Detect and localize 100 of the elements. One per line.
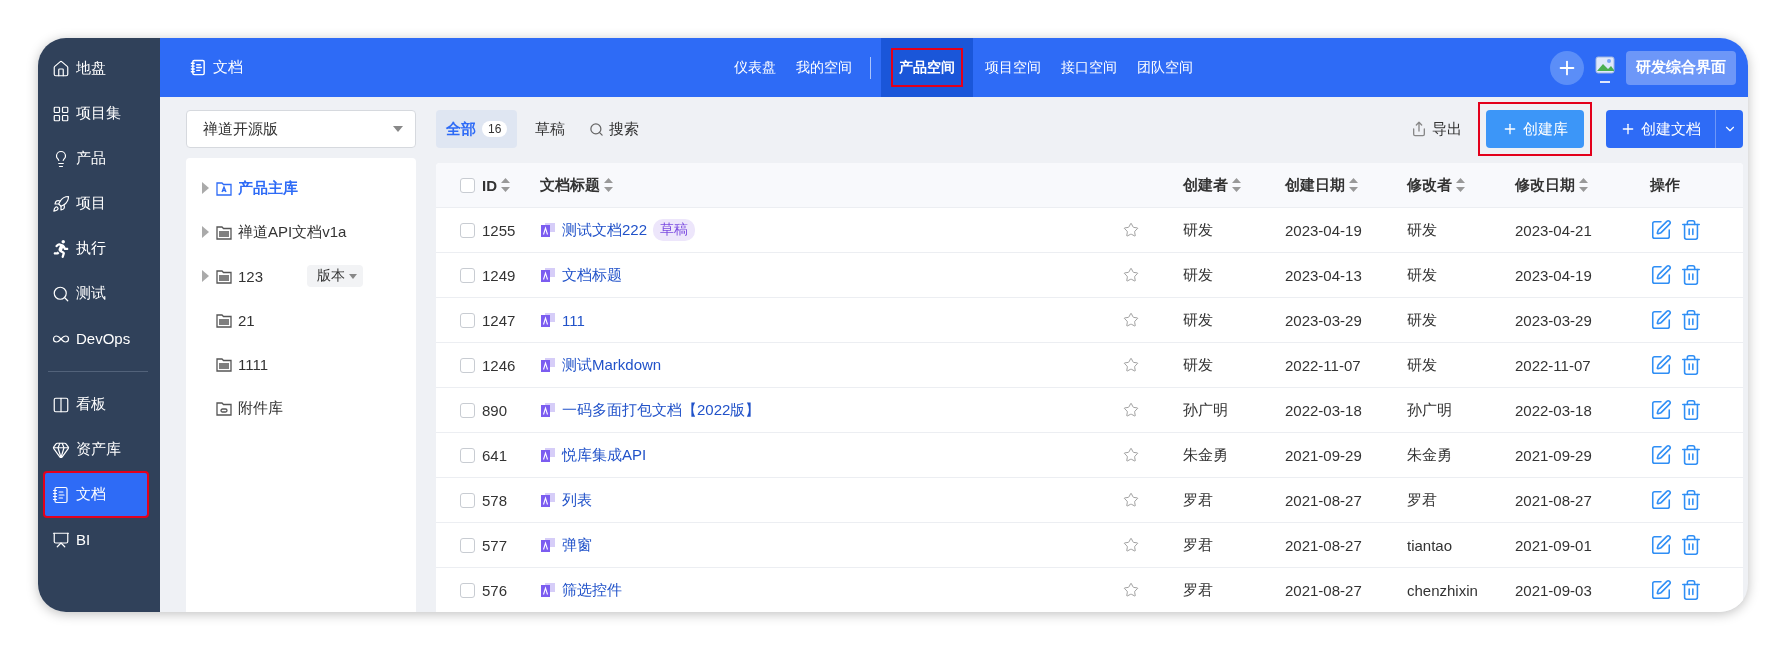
document-link[interactable]: 悦库集成API <box>562 445 647 465</box>
export-button[interactable]: 导出 <box>1405 110 1468 148</box>
row-checkbox[interactable] <box>460 537 475 553</box>
row-checkbox[interactable] <box>460 582 475 598</box>
sidebar-item[interactable]: 测试 <box>44 271 148 316</box>
document-link[interactable]: 文档标题 <box>562 265 622 285</box>
sidebar-item[interactable]: 文档 <box>44 472 148 517</box>
version-dropdown[interactable]: 版本 <box>307 265 364 287</box>
star-icon[interactable] <box>1123 447 1139 463</box>
row-checkbox[interactable] <box>460 492 475 508</box>
nav-tab[interactable]: 团队空间 <box>1128 38 1201 97</box>
filter-tab[interactable]: 草稿 <box>525 110 576 148</box>
row-checkbox[interactable] <box>460 222 475 238</box>
star-icon[interactable] <box>1123 267 1139 283</box>
modifier-cell-text: chenzhixin <box>1407 581 1479 599</box>
library-select[interactable]: 禅道开源版 <box>186 110 416 148</box>
column-header[interactable]: 修改日期 <box>1515 175 1575 195</box>
add-button[interactable] <box>1550 50 1584 85</box>
delete-icon[interactable] <box>1680 309 1702 331</box>
id-cell-text: 578 <box>482 491 509 509</box>
filter-tab[interactable]: 全部 16 <box>436 110 518 148</box>
row-checkbox[interactable] <box>460 402 475 418</box>
tree-item[interactable]: 禅道API文档v1a <box>238 222 347 242</box>
tree-item[interactable]: 123 <box>238 267 264 285</box>
star-icon[interactable] <box>1123 582 1139 598</box>
delete-icon[interactable] <box>1680 534 1702 556</box>
draft-badge: 草稿 <box>653 219 696 241</box>
star-icon[interactable] <box>1123 492 1139 508</box>
edit-icon[interactable] <box>1650 534 1672 556</box>
star-icon[interactable] <box>1123 402 1139 418</box>
star-icon[interactable] <box>1123 357 1139 373</box>
create-document-button[interactable]: 创建文档 <box>1606 110 1715 148</box>
tree-item[interactable]: 1111 <box>238 355 269 373</box>
nav-tab[interactable]: 项目空间 <box>976 38 1049 97</box>
sidebar-item[interactable]: 执行 <box>44 226 148 271</box>
sort-icon[interactable] <box>1349 178 1358 192</box>
caret-icon <box>393 126 403 132</box>
edit-icon[interactable] <box>1650 354 1672 376</box>
edit-icon[interactable] <box>1650 219 1672 241</box>
row-checkbox[interactable] <box>460 312 475 328</box>
tree-item[interactable]: 附件库 <box>238 398 283 418</box>
nav-tab[interactable]: 我的空间 <box>787 38 860 97</box>
document-link[interactable]: 列表 <box>562 490 592 510</box>
nav-tab[interactable]: 接口空间 <box>1052 38 1125 97</box>
delete-icon[interactable] <box>1680 399 1702 421</box>
star-icon[interactable] <box>1123 537 1139 553</box>
star-icon[interactable] <box>1123 312 1139 328</box>
document-link[interactable]: 一码多面打包文档【2022版】 <box>562 400 761 420</box>
document-icon <box>540 492 556 508</box>
sidebar-item[interactable]: 地盘 <box>44 46 148 91</box>
sidebar-item[interactable]: DevOps <box>44 316 148 361</box>
column-header[interactable]: 文档标题 <box>540 175 600 195</box>
column-header[interactable]: 修改者 <box>1407 175 1452 195</box>
sidebar-item[interactable]: 资产库 <box>44 427 148 472</box>
caret-icon[interactable] <box>200 270 210 282</box>
edit-icon[interactable] <box>1650 309 1672 331</box>
edit-icon[interactable] <box>1650 444 1672 466</box>
delete-icon[interactable] <box>1680 444 1702 466</box>
document-link[interactable]: 筛选控件 <box>562 580 622 600</box>
document-link[interactable]: 测试文档222 <box>562 220 648 240</box>
star-icon[interactable] <box>1123 222 1139 238</box>
nav-tab[interactable]: 仪表盘 <box>725 38 784 97</box>
select-all-checkbox[interactable] <box>460 177 475 193</box>
sort-icon[interactable] <box>604 178 613 192</box>
document-link[interactable]: 111 <box>562 311 585 329</box>
date-cell-text: 2021-09-29 <box>1515 446 1593 464</box>
delete-icon[interactable] <box>1680 579 1702 601</box>
column-header[interactable]: 创建日期 <box>1285 175 1345 195</box>
search-button[interactable]: 搜索 <box>583 110 646 148</box>
sidebar-item[interactable]: 看板 <box>44 382 148 427</box>
sidebar-item[interactable]: 项目 <box>44 181 148 226</box>
document-link[interactable]: 测试Markdown <box>562 355 662 375</box>
column-header[interactable]: 创建者 <box>1183 175 1228 195</box>
row-checkbox[interactable] <box>460 357 475 373</box>
sort-icon[interactable] <box>1579 178 1588 192</box>
edit-icon[interactable] <box>1650 399 1672 421</box>
dropdown-button[interactable] <box>1715 110 1743 148</box>
nav-tab[interactable]: 产品空间 <box>880 38 973 97</box>
delete-icon[interactable] <box>1680 354 1702 376</box>
edit-icon[interactable] <box>1650 264 1672 286</box>
row-checkbox[interactable] <box>460 447 475 463</box>
delete-icon[interactable] <box>1680 264 1702 286</box>
edit-icon[interactable] <box>1650 579 1672 601</box>
row-checkbox[interactable] <box>460 267 475 283</box>
edit-icon[interactable] <box>1650 489 1672 511</box>
sort-icon[interactable] <box>1456 178 1465 192</box>
sidebar-item[interactable]: 项目集 <box>44 91 148 136</box>
caret-icon[interactable] <box>200 182 210 194</box>
tree-item[interactable]: 产品主库 <box>238 178 298 198</box>
sort-icon[interactable] <box>1232 178 1241 192</box>
sort-icon[interactable] <box>501 178 510 192</box>
sidebar-item[interactable]: 产品 <box>44 136 148 181</box>
caret-icon[interactable] <box>200 226 210 238</box>
delete-icon[interactable] <box>1680 489 1702 511</box>
document-link[interactable]: 弹窗 <box>562 535 592 555</box>
column-header[interactable]: ID <box>482 176 497 194</box>
tree-item[interactable]: 21 <box>238 311 255 329</box>
page-title: 文档 <box>213 58 243 77</box>
sidebar-item[interactable]: BI <box>44 517 148 562</box>
delete-icon[interactable] <box>1680 219 1702 241</box>
